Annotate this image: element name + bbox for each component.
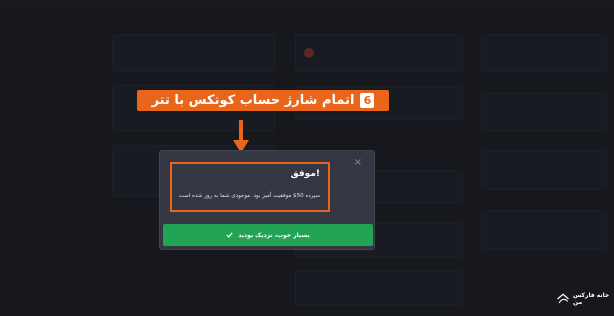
modal-title: !موفق <box>290 169 320 179</box>
ok-button[interactable]: بسیار خوب، نزدیک بودید <box>163 224 373 246</box>
step-number: 6 <box>360 93 375 108</box>
logo-icon <box>557 293 569 304</box>
down-arrow-icon <box>233 120 249 153</box>
close-icon[interactable]: × <box>354 157 362 168</box>
success-modal: × !موفق سپرده 50$ موفقیت آمیز بود. موجود… <box>159 150 375 250</box>
logo-text: خانه فارکس من <box>573 292 610 306</box>
modal-message: سپرده 50$ موفقیت آمیز بود. موجودی شما به… <box>178 193 320 199</box>
message-highlight: !موفق سپرده 50$ موفقیت آمیز بود. موجودی … <box>170 162 330 212</box>
check-icon <box>226 232 233 238</box>
ok-button-label: بسیار خوب، نزدیک بودید <box>238 231 310 239</box>
step-banner: 6 اتمام شارژ حساب کوتکس با تتر <box>137 90 389 111</box>
step-text: اتمام شارژ حساب کوتکس با تتر <box>151 93 355 108</box>
brand-logo: خانه فارکس من <box>556 288 610 310</box>
